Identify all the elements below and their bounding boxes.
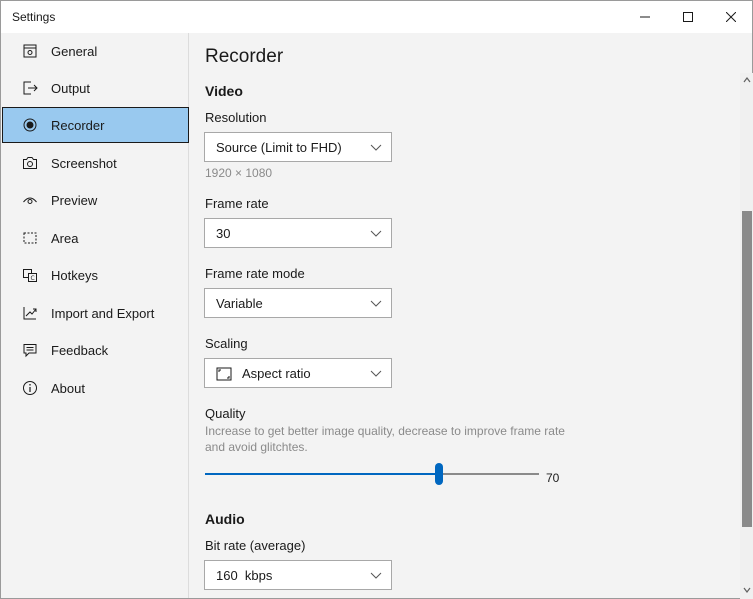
settings-content: Recorder Video Resolution Source (Limit … [190, 33, 740, 598]
resolution-hint: 1920 × 1080 [205, 166, 273, 180]
bit-rate-value: 160 kbps [216, 568, 273, 583]
resolution-dropdown[interactable]: Source (Limit to FHD) [204, 132, 392, 162]
sidebar-item-label: General [51, 44, 98, 59]
quality-slider-thumb[interactable] [435, 463, 443, 485]
chevron-down-icon [370, 370, 382, 377]
scaling-value: Aspect ratio [242, 366, 311, 381]
sidebar-item-screenshot[interactable]: Screenshot [2, 145, 189, 181]
bit-rate-dropdown[interactable]: 160 kbps [204, 560, 392, 590]
info-icon [22, 380, 38, 396]
scroll-down-arrow-icon[interactable] [742, 585, 752, 595]
output-icon [22, 80, 38, 96]
close-icon [726, 12, 736, 22]
resolution-value: Source (Limit to FHD) [216, 140, 342, 155]
sidebar-item-label: Output [51, 81, 91, 96]
minimize-icon [640, 16, 650, 18]
frame-rate-mode-dropdown[interactable]: Variable [204, 288, 392, 318]
eye-icon [22, 192, 38, 208]
camera-icon [22, 155, 38, 171]
video-section-heading: Video [205, 83, 243, 99]
close-button[interactable] [709, 1, 753, 33]
sidebar-item-feedback[interactable]: Feedback [2, 332, 189, 368]
sidebar: General Output Recorder Screenshot Previ [1, 33, 189, 598]
sidebar-item-label: About [51, 381, 85, 396]
scroll-up-arrow-icon[interactable] [742, 75, 752, 85]
quality-hint-line2: and avoid glitchtes. [205, 440, 308, 454]
scaling-label: Scaling [205, 336, 248, 351]
general-icon [22, 43, 38, 59]
recorder-icon [22, 117, 38, 133]
sidebar-item-preview[interactable]: Preview [2, 182, 189, 218]
frame-rate-label: Frame rate [205, 196, 269, 211]
sidebar-item-label: Screenshot [51, 156, 117, 171]
frame-rate-mode-label: Frame rate mode [205, 266, 305, 281]
quality-hint-line1: Increase to get better image quality, de… [205, 424, 565, 438]
chevron-down-icon [370, 572, 382, 579]
maximize-icon [683, 12, 693, 22]
feedback-icon [22, 342, 38, 358]
sidebar-item-label: Import and Export [51, 306, 155, 321]
scaling-dropdown[interactable]: Aspect ratio [204, 358, 392, 388]
sidebar-item-hotkeys[interactable]: C Hotkeys [2, 257, 189, 293]
window-title: Settings [12, 10, 56, 24]
sidebar-item-label: Preview [51, 193, 98, 208]
sidebar-item-about[interactable]: About [2, 370, 189, 406]
minimize-button[interactable] [623, 1, 667, 33]
vertical-scrollbar[interactable] [740, 73, 753, 599]
sidebar-item-label: Hotkeys [51, 268, 98, 283]
sidebar-item-output[interactable]: Output [2, 70, 189, 106]
sidebar-item-recorder[interactable]: Recorder [2, 107, 189, 143]
page-title: Recorder [205, 46, 284, 67]
quality-slider-track[interactable] [205, 473, 539, 475]
chevron-down-icon [370, 300, 382, 307]
svg-text:C: C [31, 275, 35, 282]
audio-section-heading: Audio [205, 511, 245, 527]
sidebar-item-label: Area [51, 231, 79, 246]
import-export-icon [22, 305, 38, 321]
frame-rate-value: 30 [216, 226, 231, 241]
maximize-button[interactable] [666, 1, 710, 33]
quality-slider-fill [205, 473, 439, 475]
title-bar[interactable]: Settings [1, 1, 752, 33]
chevron-down-icon [370, 230, 382, 237]
chevron-down-icon [370, 144, 382, 151]
sidebar-item-label: Recorder [51, 118, 105, 133]
bit-rate-label: Bit rate (average) [205, 538, 306, 553]
sidebar-item-label: Feedback [51, 343, 109, 358]
area-icon [22, 230, 38, 246]
hotkeys-icon: C [22, 267, 38, 283]
sidebar-item-general[interactable]: General [2, 33, 189, 69]
sidebar-item-import-export[interactable]: Import and Export [2, 295, 189, 331]
resolution-label: Resolution [205, 110, 267, 125]
frame-rate-dropdown[interactable]: 30 [204, 218, 392, 248]
sidebar-item-area[interactable]: Area [2, 220, 189, 256]
aspect-ratio-icon [216, 367, 232, 381]
quality-value: 70 [546, 471, 560, 485]
frame-rate-mode-value: Variable [216, 296, 263, 311]
quality-label: Quality [205, 406, 246, 421]
settings-window: Settings General Output Recorder Screens… [0, 0, 753, 599]
scrollbar-thumb[interactable] [742, 211, 752, 527]
